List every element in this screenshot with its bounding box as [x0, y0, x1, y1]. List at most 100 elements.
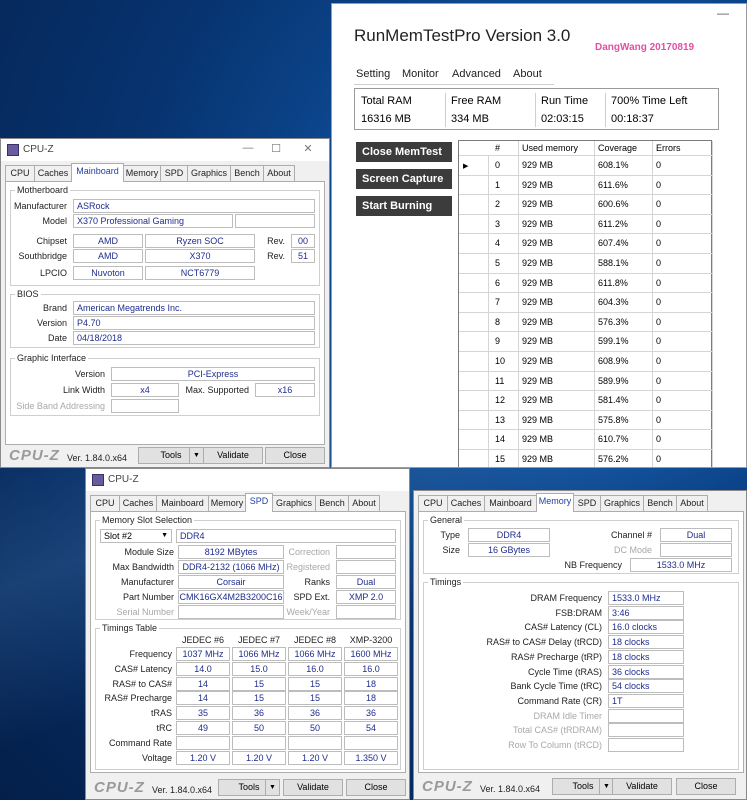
- module-size-value: 8192 MBytes: [178, 545, 284, 559]
- cpuz-logo: CPU-Z: [94, 779, 145, 796]
- tab-bench[interactable]: Bench: [643, 495, 677, 511]
- chipset-rev-label: Rev.: [267, 236, 285, 246]
- minimize-icon[interactable]: —: [241, 142, 255, 154]
- tab-about[interactable]: About: [263, 165, 295, 181]
- tab-graphics[interactable]: Graphics: [600, 495, 644, 511]
- chipset-vendor: AMD: [73, 234, 143, 248]
- table-cell: 0: [653, 332, 713, 352]
- tab-graphics[interactable]: Graphics: [187, 165, 231, 181]
- tab-about[interactable]: About: [676, 495, 708, 511]
- cpuz-app-icon: [92, 474, 104, 486]
- cpuz-app-icon: [7, 144, 19, 156]
- timing-value: [344, 735, 398, 750]
- mem-timing-value: [608, 723, 684, 738]
- mem-timing-label: Bank Cycle Time (tRC): [510, 681, 602, 692]
- timing-value: 1.20 V: [288, 750, 342, 765]
- spd-manufacturer-value: Corsair: [178, 575, 284, 589]
- table-cell: 588.1%: [595, 254, 653, 274]
- memory-panel: General Type DDR4 Size 16 GBytes Channel…: [418, 511, 744, 773]
- validate-button[interactable]: Validate: [203, 447, 263, 464]
- screen-capture-button[interactable]: Screen Capture: [356, 169, 452, 189]
- tab-spd[interactable]: SPD: [160, 165, 188, 181]
- tab-spd[interactable]: SPD: [573, 495, 601, 511]
- correction-value: [336, 545, 396, 559]
- menu-about[interactable]: About: [513, 68, 542, 80]
- title-bar: CPU-Z — ☐ ✕: [1, 139, 329, 161]
- menu-monitor[interactable]: Monitor: [402, 68, 439, 80]
- bios-group: BIOS Brand American Megatrends Inc. Vers…: [10, 289, 320, 348]
- table-cell: 576.3%: [595, 312, 653, 333]
- bios-brand-value: American Megatrends Inc.: [73, 301, 315, 315]
- group-title: Timings Table: [100, 623, 160, 633]
- table-cell: 0: [653, 410, 713, 431]
- spd-ext-value: XMP 2.0: [336, 590, 396, 604]
- tab-caches[interactable]: Caches: [447, 495, 485, 511]
- bios-date-value: 04/18/2018: [73, 331, 315, 345]
- correction-label: Correction: [288, 547, 330, 557]
- start-burning-button[interactable]: Start Burning: [356, 196, 452, 216]
- close-button[interactable]: Close: [265, 447, 325, 464]
- close-button[interactable]: Close: [346, 779, 406, 796]
- table-cell: 929 MB: [519, 352, 595, 372]
- timing-row-label: tRAS: [150, 708, 172, 719]
- mem-timing-value: 36 clocks: [608, 664, 684, 679]
- close-button[interactable]: Close: [676, 778, 736, 795]
- table-cell: 0: [653, 312, 713, 333]
- bios-version-label: Version: [36, 318, 67, 328]
- tools-button[interactable]: Tools ▼: [138, 447, 204, 464]
- timing-value: 14: [176, 676, 230, 691]
- mem-timing-label: RAS# Precharge (tRP): [510, 651, 602, 662]
- tab-mainboard[interactable]: Mainboard: [71, 163, 124, 182]
- stat-separator: [535, 93, 536, 127]
- close-icon[interactable]: ✕: [301, 142, 315, 155]
- tab-spd[interactable]: SPD: [245, 493, 273, 512]
- tools-button[interactable]: Tools ▼: [218, 779, 280, 796]
- tab-memory[interactable]: Memory: [123, 165, 161, 181]
- table-cell: 608.1%: [595, 156, 653, 176]
- chevron-down-icon: ▼: [599, 779, 613, 794]
- table-cell: 0: [653, 254, 713, 274]
- table-cell: 0: [653, 371, 713, 392]
- gi-version-label: Version: [74, 369, 105, 379]
- validate-button[interactable]: Validate: [612, 778, 672, 795]
- tab-cpu[interactable]: CPU: [90, 495, 120, 511]
- tab-caches[interactable]: Caches: [119, 495, 157, 511]
- menu-divider: [354, 84, 554, 85]
- tab-memory[interactable]: Memory: [536, 493, 574, 512]
- timing-col-header: XMP-3200: [349, 635, 393, 645]
- timing-value: 14.0: [176, 661, 230, 676]
- tools-button[interactable]: Tools ▼: [552, 778, 614, 795]
- timing-row-label: RAS# to CAS#: [112, 678, 172, 689]
- tab-mainboard[interactable]: Mainboard: [156, 495, 209, 511]
- tab-cpu[interactable]: CPU: [5, 165, 35, 181]
- timing-value: 15: [288, 691, 342, 706]
- minimize-icon[interactable]: —: [717, 6, 729, 20]
- group-title: Timings: [428, 577, 464, 587]
- tab-memory[interactable]: Memory: [208, 495, 246, 511]
- version-label: Ver. 1.84.0.x64: [152, 785, 213, 795]
- link-width-label: Link Width: [62, 385, 105, 395]
- timing-value: 15.0: [232, 661, 286, 676]
- timing-value: 1066 MHz: [232, 647, 286, 661]
- menu-advanced[interactable]: Advanced: [452, 68, 501, 80]
- maximize-icon[interactable]: ☐: [269, 142, 283, 155]
- slot-select[interactable]: Slot #2 ▼: [100, 529, 172, 543]
- tab-cpu[interactable]: CPU: [418, 495, 448, 511]
- validate-button[interactable]: Validate: [283, 779, 343, 796]
- table-cell: 0: [653, 430, 713, 450]
- part-number-value: CMK16GX4M2B3200C16: [178, 590, 284, 604]
- tab-bench[interactable]: Bench: [230, 165, 264, 181]
- southbridge-vendor: AMD: [73, 249, 143, 263]
- tab-graphics[interactable]: Graphics: [272, 495, 316, 511]
- table-cell: 608.9%: [595, 352, 653, 372]
- group-title: General: [428, 515, 465, 525]
- model-value: X370 Professional Gaming: [73, 214, 233, 228]
- menu-setting[interactable]: Setting: [356, 68, 390, 80]
- tab-mainboard[interactable]: Mainboard: [484, 495, 537, 511]
- tab-about[interactable]: About: [348, 495, 380, 511]
- tab-caches[interactable]: Caches: [34, 165, 72, 181]
- chevron-down-icon: ▼: [265, 780, 279, 795]
- table-cell: 0: [653, 156, 713, 176]
- close-memtest-button[interactable]: Close MemTest: [356, 142, 452, 162]
- tab-bench[interactable]: Bench: [315, 495, 349, 511]
